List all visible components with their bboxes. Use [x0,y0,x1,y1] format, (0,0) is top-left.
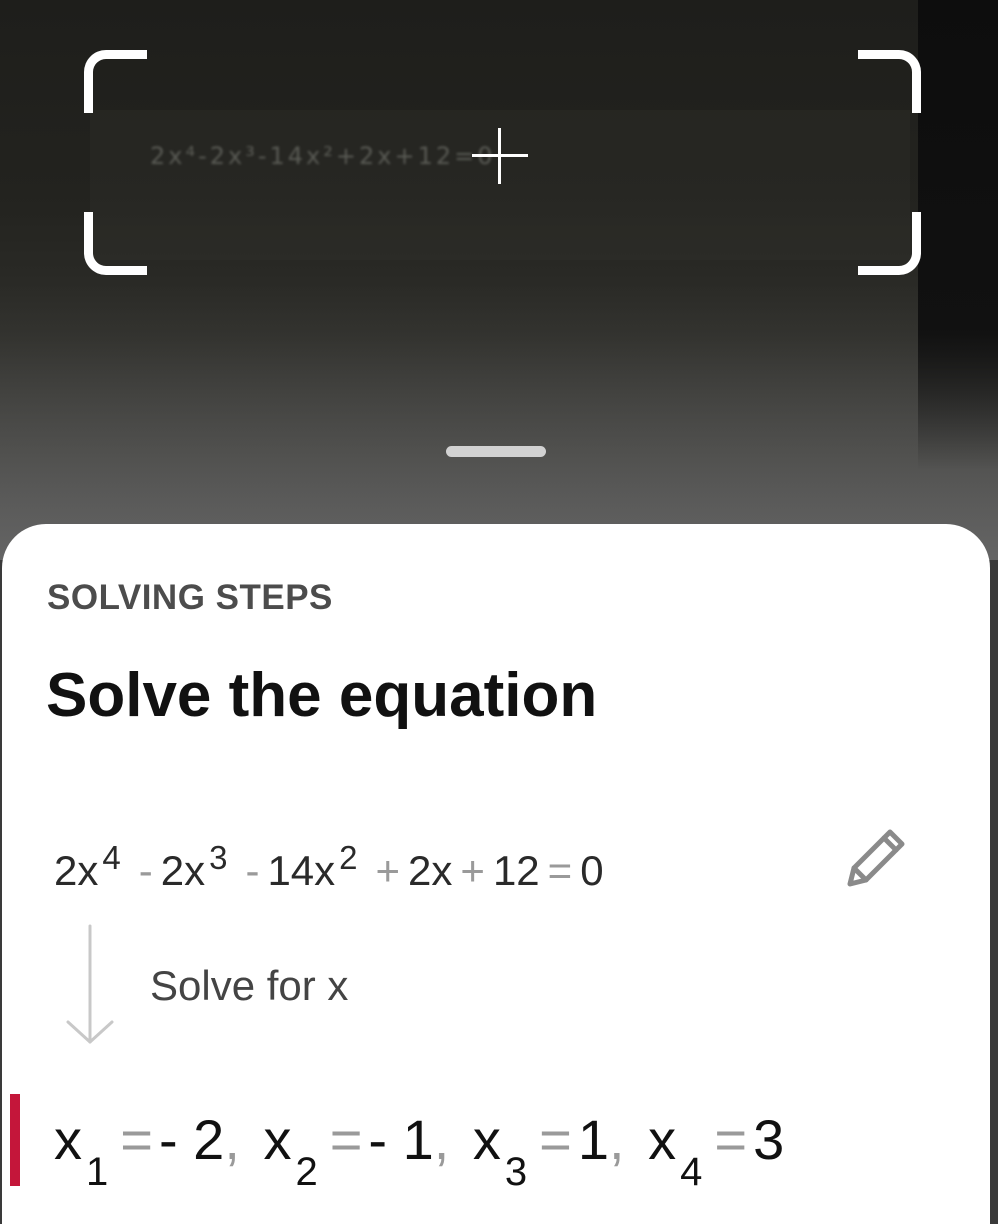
camera-viewfinder[interactable]: 2x⁴-2x³-14x²+2x+12=0 [0,0,998,560]
crosshair-icon [472,128,528,184]
scan-frame-icon-top-right [858,50,921,113]
section-label: SOLVING STEPS [47,578,333,617]
pencil-icon [847,829,905,887]
result-equals: = [329,1108,363,1171]
equation-operator: - [245,847,260,894]
result-accent-bar [10,1094,20,1186]
result-variable: x [648,1108,677,1171]
result-value: 1 [577,1108,609,1171]
result-equals: = [714,1108,748,1171]
sheet-drag-handle[interactable] [446,446,546,457]
result-value: - 2 [158,1108,225,1171]
equation-exponent: 2 [339,839,358,876]
arrow-down-icon [66,924,114,1044]
equation-term: 2x [54,847,99,894]
solving-steps-sheet: SOLVING STEPS Solve the equation 2x 4-2x 3… [2,524,990,1224]
equation-operator: - [138,847,153,894]
equation-operator: + [460,847,485,894]
equation-exponent: 4 [102,839,121,876]
scan-frame-icon-bottom-right [858,212,921,275]
captured-equation-text: 2x⁴-2x³-14x²+2x+12=0 [150,142,496,170]
step-description: Solve for x [150,962,349,1009]
result-equals: = [539,1108,572,1171]
equation-rhs: 0 [580,847,604,894]
result-separator: , [224,1108,240,1171]
result-variable: x [263,1108,292,1171]
result-variable: x [472,1108,501,1171]
equation-term: 2x [160,847,206,894]
result-subscript: 1 [86,1150,109,1194]
equation-equals: = [547,847,573,894]
scan-frame-icon-bottom-left [84,212,147,275]
result-value: 3 [753,1108,785,1171]
edit-equation-button[interactable] [840,822,912,894]
result-variable: x [54,1108,82,1171]
equation-operator: + [375,847,401,894]
solution-result[interactable]: x1= - 2, x2= - 1, x3= 1, x4= 3 [54,1112,784,1193]
result-subscript: 2 [295,1150,318,1194]
camera-shadow [918,0,998,470]
equation-term: 2x [408,847,453,894]
result-value: - 1 [368,1108,434,1171]
result-separator: , [608,1108,625,1171]
equation[interactable]: 2x 4-2x 3-14x 2 +2x +12 = 0 [54,841,604,894]
result-subscript: 4 [680,1150,703,1194]
result-equals: = [120,1108,153,1171]
scan-frame-icon-top-left [84,50,147,113]
sheet-title: Solve the equation [46,661,598,730]
result-separator: , [433,1108,450,1171]
result-subscript: 3 [504,1150,528,1194]
equation-exponent: 3 [209,839,228,876]
equation-term: 14x [267,847,336,894]
equation-term: 12 [492,847,540,894]
